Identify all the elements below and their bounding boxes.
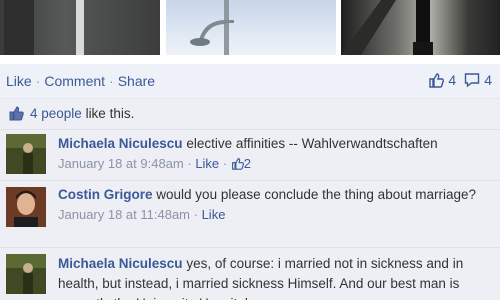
comment-content: Michaela Niculescu elective affinities -… [58, 134, 494, 154]
thumbs-up-icon [231, 158, 244, 170]
comment-text: elective affinities -- Wahlverwandtschaf… [186, 136, 438, 151]
comment-meta: January 18 at 9:48am · Like · 2 [58, 156, 251, 171]
photo-thumbnail[interactable] [0, 0, 160, 55]
comment-count[interactable]: 4 [484, 72, 492, 88]
people-who-like-link[interactable]: 4 people [30, 106, 82, 121]
comment-body: Michaela Niculescu yes, of course: i mar… [58, 254, 494, 300]
comment-like-count[interactable]: 2 [231, 156, 251, 171]
thumbs-up-icon [8, 105, 24, 121]
likes-summary-text: 4 people like this. [30, 106, 134, 121]
comment-text: would you please conclude the thing abou… [156, 187, 476, 202]
comment-item: Michaela Niculescu elective affinities -… [0, 130, 500, 181]
likes-suffix: like this. [81, 106, 135, 121]
comment-author[interactable]: Michaela Niculescu [58, 136, 183, 151]
photo-strip [0, 0, 500, 55]
lamp-post-image [4, 0, 84, 55]
thumbs-up-icon[interactable] [428, 72, 445, 88]
post-action-links: Like · Comment · Share [6, 73, 155, 89]
avatar[interactable] [6, 187, 46, 227]
comment-link[interactable]: Comment [44, 73, 105, 89]
separator-dot: · [109, 73, 114, 89]
comment-like-number: 2 [243, 156, 251, 171]
comment-bubble-icon[interactable] [464, 72, 480, 88]
likes-summary: 4 people like this. [0, 99, 500, 130]
comment-author[interactable]: Michaela Niculescu [58, 256, 183, 271]
separator-dot: · [35, 73, 41, 89]
like-link[interactable]: Like [6, 73, 32, 89]
street-lamp-image [190, 0, 234, 55]
comment-author[interactable]: Costin Grigore [58, 187, 153, 202]
comment-like-link[interactable]: Like [202, 207, 226, 222]
comment-meta: January 18 at 11:48am · Like [58, 207, 226, 222]
comment-body: Michaela Niculescu elective affinities -… [58, 134, 494, 174]
comment-timestamp[interactable]: January 18 at 9:48am [58, 156, 184, 171]
post-action-bar: Like · Comment · Share 4 4 [0, 64, 500, 99]
avatar[interactable] [6, 134, 46, 174]
share-link[interactable]: Share [118, 73, 155, 89]
comment-item: Costin Grigore would you please conclude… [0, 181, 500, 248]
comment-timestamp[interactable]: January 18 at 11:48am [58, 207, 190, 222]
comment-content: Michaela Niculescu yes, of course: i mar… [58, 254, 494, 300]
like-count[interactable]: 4 [448, 72, 456, 88]
comment-body: Costin Grigore would you please conclude… [58, 185, 494, 225]
comment-like-link[interactable]: Like [195, 156, 219, 171]
comment-item: Michaela Niculescu yes, of course: i mar… [0, 248, 500, 300]
comment-content: Costin Grigore would you please conclude… [58, 185, 494, 205]
post-counts: 4 4 [428, 72, 492, 88]
photo-thumbnail[interactable] [341, 0, 500, 55]
avatar[interactable] [6, 254, 46, 294]
photo-thumbnail[interactable] [166, 0, 336, 55]
black-lamp-image [341, 0, 433, 55]
